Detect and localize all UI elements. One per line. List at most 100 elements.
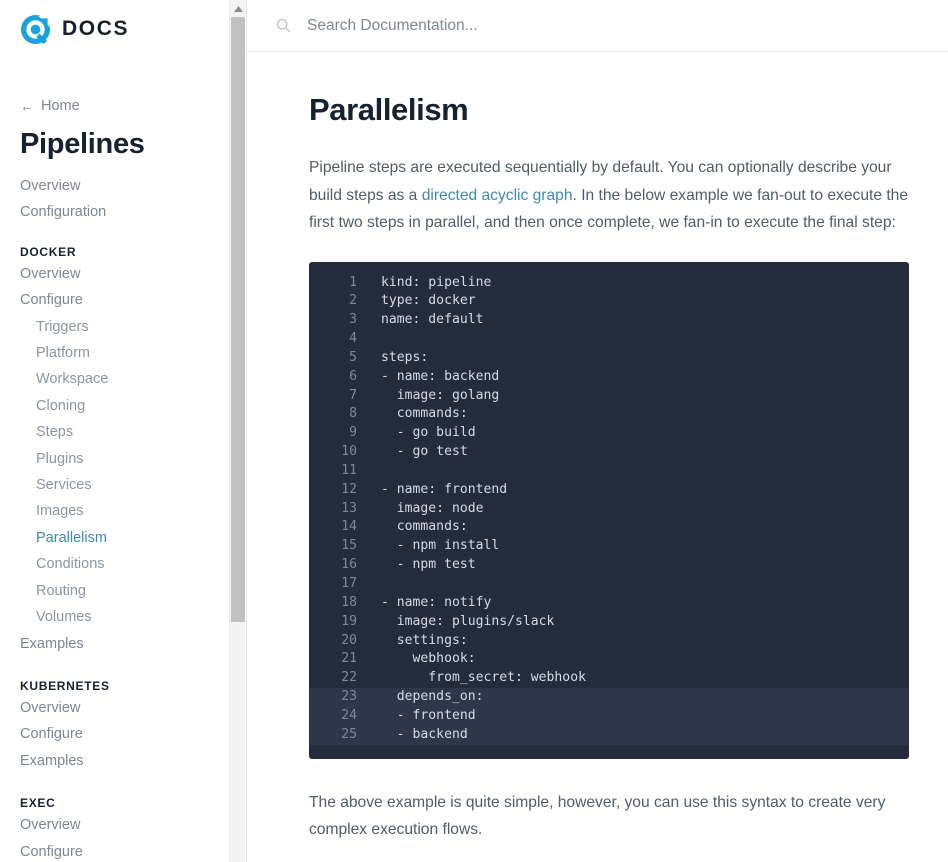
code-line: 8 commands:: [309, 405, 909, 424]
sidebar-item-exec-configure[interactable]: Configure: [20, 839, 230, 862]
line-code: settings:: [381, 632, 468, 648]
sidebar-item-kubernetes-examples[interactable]: Examples: [20, 748, 230, 774]
line-number: 7: [349, 387, 357, 403]
code-line: 18 - name: notify: [309, 594, 909, 613]
line-code: webhook:: [381, 651, 476, 667]
code-line: 20 settings:: [309, 632, 909, 651]
line-code: steps:: [381, 349, 429, 365]
line-number: 15: [341, 538, 357, 554]
line-number: 10: [341, 444, 357, 460]
line-number: 18: [341, 594, 357, 610]
main-content: Parallelism Pipeline steps are executed …: [247, 0, 948, 862]
line-number: 17: [341, 576, 357, 591]
directed-acyclic-graph-link[interactable]: directed acyclic graph: [422, 187, 573, 204]
sidebar-item-volumes[interactable]: Volumes: [20, 604, 230, 630]
sidebar-scrollbar[interactable]: [229, 0, 246, 862]
search-input[interactable]: [307, 16, 867, 35]
line-code: image: node: [381, 500, 484, 516]
sidebar-item-docker-configure[interactable]: Configure: [20, 287, 230, 313]
line-number: 5: [349, 349, 357, 365]
sidebar-scrollbar-thumb[interactable]: [231, 17, 245, 622]
line-number: 19: [341, 613, 357, 629]
sidebar-item-exec-overview[interactable]: Overview: [20, 812, 230, 838]
code-line: 15 - npm install: [309, 537, 909, 556]
sidebar-item-docker-overview[interactable]: Overview: [20, 261, 230, 287]
code-line: 3 name: default: [309, 311, 909, 330]
sidebar-item-kubernetes-configure[interactable]: Configure: [20, 721, 230, 747]
code-line: 6 - name: backend: [309, 368, 909, 387]
home-breadcrumb-link[interactable]: ← Home: [20, 98, 230, 114]
line-number: 20: [341, 632, 357, 648]
code-line: 16 - npm test: [309, 556, 909, 575]
code-line: 1 kind: pipeline: [309, 274, 909, 293]
sidebar-item-overview[interactable]: Overview: [20, 173, 230, 199]
line-code: kind: pipeline: [381, 274, 492, 290]
app-root: DOCS ← Home Pipelines Overview Configura…: [0, 0, 948, 862]
line-number: 25: [341, 726, 357, 742]
yaml-code-block[interactable]: 1 kind: pipeline 2 type: docker 3 name: def…: [309, 261, 909, 759]
code-line-highlighted: 23 depends_on:: [309, 688, 909, 707]
sidebar-item-kubernetes-overview[interactable]: Overview: [20, 695, 230, 721]
drone-logo-icon: [20, 14, 51, 45]
line-number: 12: [341, 481, 357, 497]
sidebar-item-plugins[interactable]: Plugins: [20, 446, 230, 472]
sidebar-item-workspace[interactable]: Workspace: [20, 366, 230, 392]
sidebar-group-docker-heading: DOCKER: [20, 244, 77, 259]
sidebar-item-images[interactable]: Images: [20, 498, 230, 524]
sidebar-item-conditions[interactable]: Conditions: [20, 551, 230, 577]
code-line: 2 type: docker: [309, 292, 909, 311]
code-line: 17: [309, 575, 909, 594]
line-code: from_secret: webhook: [381, 670, 586, 686]
line-code: - go build: [381, 425, 476, 441]
page-title: Parallelism: [309, 92, 469, 127]
chevron-up-icon[interactable]: [230, 0, 246, 17]
search-icon: [276, 18, 291, 33]
sidebar-item-steps[interactable]: Steps: [20, 419, 230, 445]
sidebar-section-title: Pipelines: [20, 128, 145, 160]
code-line: 13 image: node: [309, 500, 909, 519]
home-label: Home: [41, 98, 80, 114]
line-number: 21: [341, 651, 357, 667]
line-code: - name: frontend: [381, 481, 508, 497]
sidebar-item-cloning[interactable]: Cloning: [20, 393, 230, 419]
sidebar-group-exec-heading: EXEC: [20, 796, 56, 811]
line-number: 13: [341, 500, 357, 516]
arrow-left-icon: ←: [20, 98, 34, 114]
sidebar-item-parallelism[interactable]: Parallelism: [20, 525, 230, 551]
line-number: 8: [349, 406, 357, 422]
line-code: - npm test: [381, 557, 476, 573]
sidebar-item-routing[interactable]: Routing: [20, 578, 230, 604]
line-number: 3: [349, 312, 357, 328]
line-code: commands:: [381, 406, 468, 422]
line-number: 22: [341, 670, 357, 686]
line-number: 11: [341, 462, 357, 478]
brand[interactable]: DOCS: [20, 0, 230, 46]
code-line-highlighted: 24 - frontend: [309, 706, 909, 726]
line-number: 4: [349, 331, 357, 347]
sidebar-item-docker-examples[interactable]: Examples: [20, 631, 230, 657]
line-number: 16: [341, 557, 357, 573]
sidebar-item-triggers[interactable]: Triggers: [20, 314, 230, 340]
sidebar-group-kubernetes-heading: KUBERNETES: [20, 678, 110, 693]
line-code: type: docker: [381, 293, 476, 309]
code-line: 5 steps:: [309, 349, 909, 368]
line-code: - npm install: [381, 538, 500, 554]
line-code: image: golang: [381, 387, 500, 403]
sidebar-content: DOCS ← Home Pipelines Overview Configura…: [0, 0, 230, 862]
code-line-highlighted: 25 - backend: [309, 725, 909, 745]
code-line: 14 commands:: [309, 518, 909, 537]
line-code: commands:: [381, 519, 468, 535]
code-line: 11: [309, 462, 909, 481]
line-number: 1: [349, 274, 357, 290]
code-line: 12 - name: frontend: [309, 481, 909, 500]
code-line: 10 - go test: [309, 443, 909, 462]
line-code: depends_on:: [381, 689, 484, 705]
code-line: 7 image: golang: [309, 387, 909, 406]
line-code: - name: backend: [381, 368, 500, 384]
line-code: name: default: [381, 312, 484, 328]
sidebar-item-platform[interactable]: Platform: [20, 340, 230, 366]
sidebar-item-services[interactable]: Services: [20, 472, 230, 498]
sidebar-item-configuration[interactable]: Configuration: [20, 199, 230, 225]
line-number: 2: [349, 293, 357, 309]
